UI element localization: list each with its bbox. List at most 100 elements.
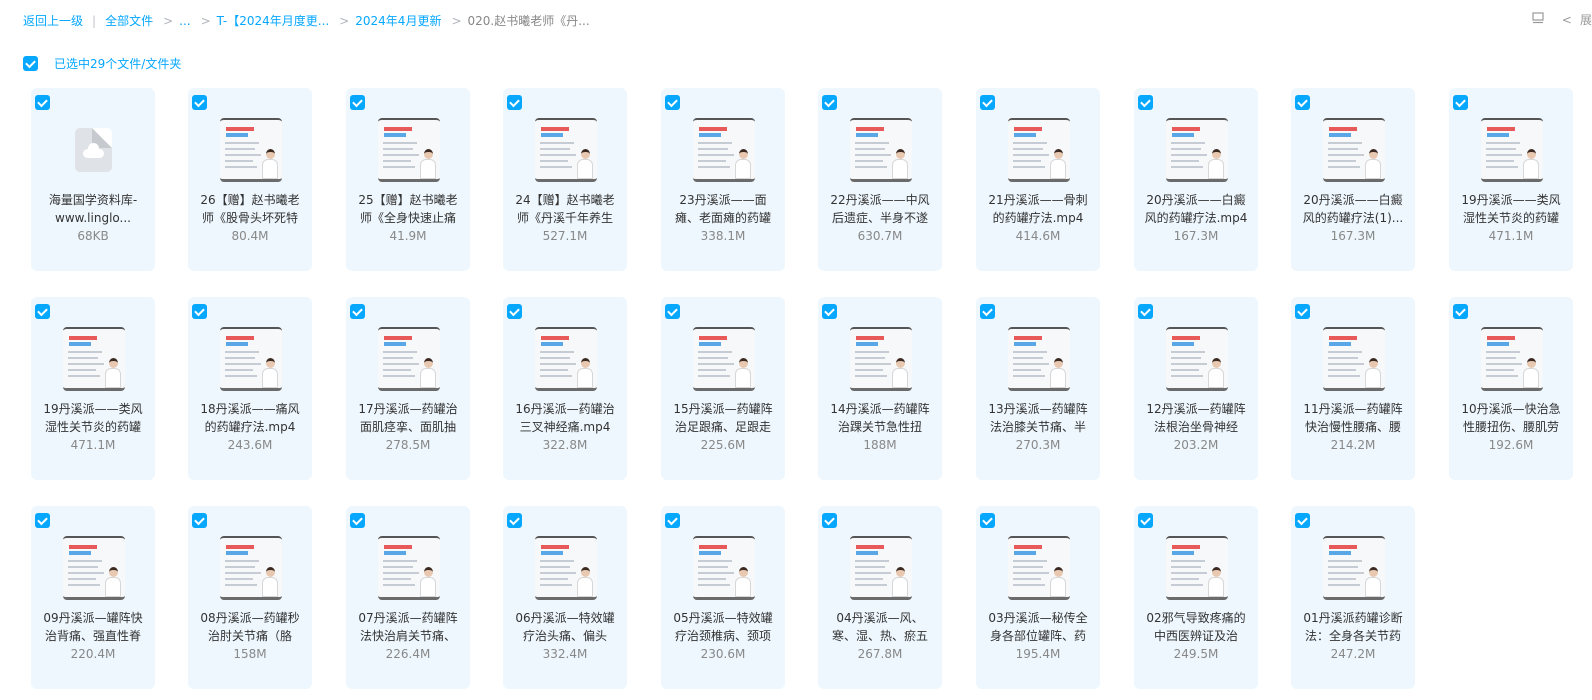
file-checkbox[interactable]	[1138, 95, 1153, 110]
video-thumbnail	[535, 536, 597, 600]
file-card[interactable]: 11丹溪派—药罐阵快治慢性腰痛、腰 214.2M	[1291, 297, 1415, 480]
file-checkbox[interactable]	[980, 304, 995, 319]
file-card[interactable]: 16丹溪派—药罐治三叉神经痛.mp4 322.8M	[503, 297, 627, 480]
video-thumbnail	[1323, 327, 1385, 391]
file-size: 630.7M	[857, 229, 903, 243]
file-card[interactable]: 17丹溪派—药罐治面肌痉挛、面肌抽 278.5M	[346, 297, 470, 480]
file-card[interactable]: 19丹溪派——类风湿性关节炎的药罐 471.1M	[1449, 88, 1573, 271]
video-thumbnail	[378, 327, 440, 391]
file-card[interactable]: 12丹溪派—药罐阵法根治坐骨神经 203.2M	[1134, 297, 1258, 480]
file-card[interactable]: 20丹溪派——白癜风的药罐疗法.mp4 167.3M	[1134, 88, 1258, 271]
file-name: 13丹溪派—药罐阵法治膝关节痛、半	[988, 402, 1088, 434]
file-checkbox[interactable]	[350, 95, 365, 110]
file-checkbox[interactable]	[192, 513, 207, 528]
file-name: 14丹溪派—药罐阵治踝关节急性扭	[830, 402, 930, 434]
file-card[interactable]: 03丹溪派—秘传全身各部位罐阵、药 195.4M	[976, 506, 1100, 689]
file-checkbox[interactable]	[1138, 513, 1153, 528]
file-size: 247.2M	[1330, 647, 1376, 661]
video-thumbnail	[535, 327, 597, 391]
file-name: 11丹溪派—药罐阵快治慢性腰痛、腰	[1303, 402, 1403, 434]
file-card[interactable]: 18丹溪派——痛风的药罐疗法.mp4 243.6M	[188, 297, 312, 480]
file-size: 249.5M	[1173, 647, 1219, 661]
file-checkbox[interactable]	[350, 304, 365, 319]
file-card[interactable]: 09丹溪派—罐阵快治背痛、强直性脊 220.4M	[31, 506, 155, 689]
file-checkbox[interactable]	[665, 304, 680, 319]
video-thumbnail	[850, 118, 912, 182]
file-checkbox[interactable]	[35, 95, 50, 110]
file-name: 07丹溪派—药罐阵法快治肩关节痛、	[358, 611, 458, 643]
video-thumbnail	[693, 118, 755, 182]
file-name: 19丹溪派——类风湿性关节炎的药罐	[1461, 193, 1561, 225]
file-name: 18丹溪派——痛风的药罐疗法.mp4	[200, 402, 300, 434]
file-card[interactable]: 24【赠】赵书曦老师《丹溪千年养生 527.1M	[503, 88, 627, 271]
file-size: 188M	[863, 438, 897, 452]
file-card[interactable]: 07丹溪派—药罐阵法快治肩关节痛、 226.4M	[346, 506, 470, 689]
file-checkbox[interactable]	[1453, 95, 1468, 110]
file-size: 220.4M	[70, 647, 116, 661]
file-checkbox[interactable]	[507, 95, 522, 110]
file-checkbox[interactable]	[665, 513, 680, 528]
file-size: 414.6M	[1015, 229, 1061, 243]
file-checkbox[interactable]	[822, 304, 837, 319]
file-checkbox[interactable]	[507, 513, 522, 528]
file-card[interactable]: 05丹溪派—特效罐疗治颈椎病、颈项 230.6M	[661, 506, 785, 689]
file-checkbox[interactable]	[665, 95, 680, 110]
file-checkbox[interactable]	[1138, 304, 1153, 319]
file-card[interactable]: 25【赠】赵书曦老师《全身快速止痛 41.9M	[346, 88, 470, 271]
file-card[interactable]: 10丹溪派—快治急性腰扭伤、腰肌劳 192.6M	[1449, 297, 1573, 480]
file-size: 214.2M	[1330, 438, 1376, 452]
file-name: 16丹溪派—药罐治三叉神经痛.mp4	[515, 402, 615, 434]
file-card[interactable]: 15丹溪派—药罐阵治足跟痛、足跟走 225.6M	[661, 297, 785, 480]
file-card[interactable]: 26【赠】赵书曦老师《股骨头坏死特 80.4M	[188, 88, 312, 271]
file-card[interactable]: 19丹溪派——类风湿性关节炎的药罐 471.1M	[31, 297, 155, 480]
file-name: 26【赠】赵书曦老师《股骨头坏死特	[200, 193, 300, 225]
file-size: 167.3M	[1173, 229, 1219, 243]
file-checkbox[interactable]	[507, 304, 522, 319]
video-thumbnail	[220, 536, 282, 600]
file-card[interactable]: 20丹溪派——白癜风的药罐疗法(1)... 167.3M	[1291, 88, 1415, 271]
video-thumbnail	[378, 118, 440, 182]
file-card[interactable]: 14丹溪派—药罐阵治踝关节急性扭 188M	[818, 297, 942, 480]
file-card[interactable]: 21丹溪派——骨刺的药罐疗法.mp4 414.6M	[976, 88, 1100, 271]
file-name: 10丹溪派—快治急性腰扭伤、腰肌劳	[1461, 402, 1561, 434]
file-card[interactable]: 08丹溪派—药罐秒治肘关节痛（胳 158M	[188, 506, 312, 689]
file-card[interactable]: 23丹溪派——面瘫、老面瘫的药罐 338.1M	[661, 88, 785, 271]
file-checkbox[interactable]	[1295, 304, 1310, 319]
file-name: 01丹溪派药罐诊断法：全身各关节药	[1303, 611, 1403, 643]
file-card[interactable]: 04丹溪派—风、寒、湿、热、瘀五 267.8M	[818, 506, 942, 689]
file-checkbox[interactable]	[822, 95, 837, 110]
file-size: 338.1M	[700, 229, 746, 243]
file-checkbox[interactable]	[980, 513, 995, 528]
file-checkbox[interactable]	[350, 513, 365, 528]
file-checkbox[interactable]	[1295, 513, 1310, 528]
video-thumbnail	[1481, 118, 1543, 182]
file-name: 17丹溪派—药罐治面肌痉挛、面肌抽	[358, 402, 458, 434]
file-size: 158M	[233, 647, 267, 661]
file-size: 192.6M	[1488, 438, 1534, 452]
file-card[interactable]: 02邪气导致疼痛的中西医辨证及治 249.5M	[1134, 506, 1258, 689]
file-name: 03丹溪派—秘传全身各部位罐阵、药	[988, 611, 1088, 643]
file-checkbox[interactable]	[822, 513, 837, 528]
video-thumbnail	[850, 327, 912, 391]
file-checkbox[interactable]	[192, 95, 207, 110]
file-name: 海量国学资料库-www.linglo...	[48, 193, 138, 225]
file-checkbox[interactable]	[35, 304, 50, 319]
file-card[interactable]: 06丹溪派—特效罐疗治头痛、偏头 332.4M	[503, 506, 627, 689]
file-size: 243.6M	[227, 438, 273, 452]
file-card[interactable]: 13丹溪派—药罐阵法治膝关节痛、半 270.3M	[976, 297, 1100, 480]
file-checkbox[interactable]	[192, 304, 207, 319]
file-checkbox[interactable]	[35, 513, 50, 528]
file-card[interactable]: 22丹溪派——中风后遗症、半身不遂 630.7M	[818, 88, 942, 271]
file-card[interactable]: 海量国学资料库-www.linglo... 68KB	[31, 88, 155, 271]
video-thumbnail	[1008, 536, 1070, 600]
file-checkbox[interactable]	[1295, 95, 1310, 110]
file-card[interactable]: 01丹溪派药罐诊断法：全身各关节药 247.2M	[1291, 506, 1415, 689]
video-thumbnail	[535, 118, 597, 182]
file-name: 08丹溪派—药罐秒治肘关节痛（胳	[200, 611, 300, 643]
file-name: 23丹溪派——面瘫、老面瘫的药罐	[674, 193, 771, 225]
file-checkbox[interactable]	[980, 95, 995, 110]
file-size: 68KB	[77, 229, 109, 243]
file-checkbox[interactable]	[1453, 304, 1468, 319]
file-name: 20丹溪派——白癜风的药罐疗法(1)...	[1302, 193, 1404, 225]
video-thumbnail	[1481, 327, 1543, 391]
